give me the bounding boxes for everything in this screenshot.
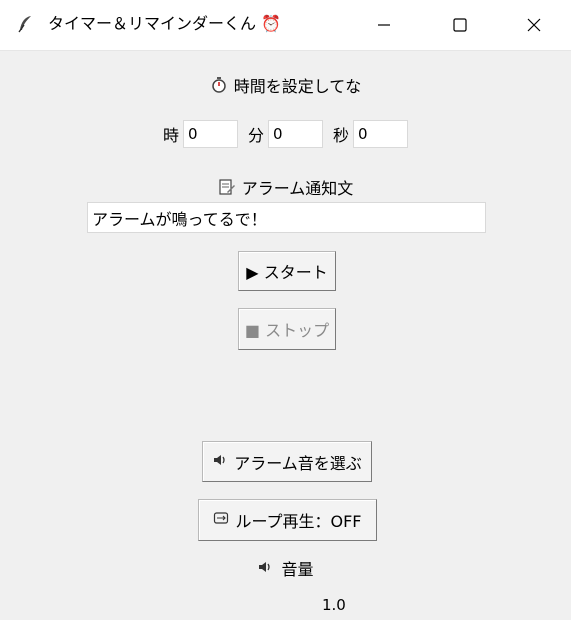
hours-label: 時	[162, 126, 179, 145]
alarm-message-input[interactable]	[87, 202, 486, 233]
time-heading: 時間を設定してな	[233, 77, 362, 96]
seconds-label: 秒	[333, 126, 350, 145]
title-bar: タイマー＆リマインダーくん ⏰	[0, 0, 571, 51]
loop-toggle-button[interactable]: ループ再生：OFF	[198, 499, 377, 541]
maximize-button[interactable]	[422, 0, 497, 50]
minutes-input[interactable]	[268, 120, 323, 148]
minutes-label: 分	[247, 126, 264, 145]
time-input-row: 時 分 秒	[0, 119, 571, 149]
maximize-icon	[452, 18, 467, 32]
window-title: タイマー＆リマインダーくん ⏰	[48, 14, 282, 33]
volume-label: 音量	[281, 560, 314, 579]
start-button[interactable]: ▶ スタート	[238, 251, 336, 291]
memo-icon	[218, 178, 236, 196]
choose-sound-button[interactable]: アラーム音を選ぶ	[202, 441, 372, 482]
speaker-icon	[212, 452, 228, 472]
volume-row: 音量	[0, 557, 571, 579]
seconds-input[interactable]	[353, 120, 409, 148]
minimize-button[interactable]	[346, 0, 421, 50]
loop-icon	[213, 510, 229, 530]
choose-sound-label: アラーム音を選ぶ	[234, 453, 362, 473]
app-window: タイマー＆リマインダーくん ⏰ 時間を設定してな 時 分 秒	[0, 0, 571, 620]
close-icon	[527, 18, 540, 32]
hours-input[interactable]	[182, 120, 238, 148]
feather-icon	[16, 14, 36, 34]
loop-toggle-label: ループ再生：OFF	[235, 512, 362, 531]
stop-button[interactable]: ■ ストップ	[238, 308, 336, 350]
volume-value: 1.0	[322, 596, 346, 614]
close-button[interactable]	[496, 0, 571, 50]
stopwatch-icon	[210, 76, 228, 94]
speaker-icon	[257, 559, 275, 577]
minimize-icon	[377, 24, 390, 26]
message-heading: アラーム通知文	[241, 179, 354, 198]
message-heading-row: アラーム通知文	[0, 176, 571, 198]
time-heading-row: 時間を設定してな	[0, 74, 571, 96]
